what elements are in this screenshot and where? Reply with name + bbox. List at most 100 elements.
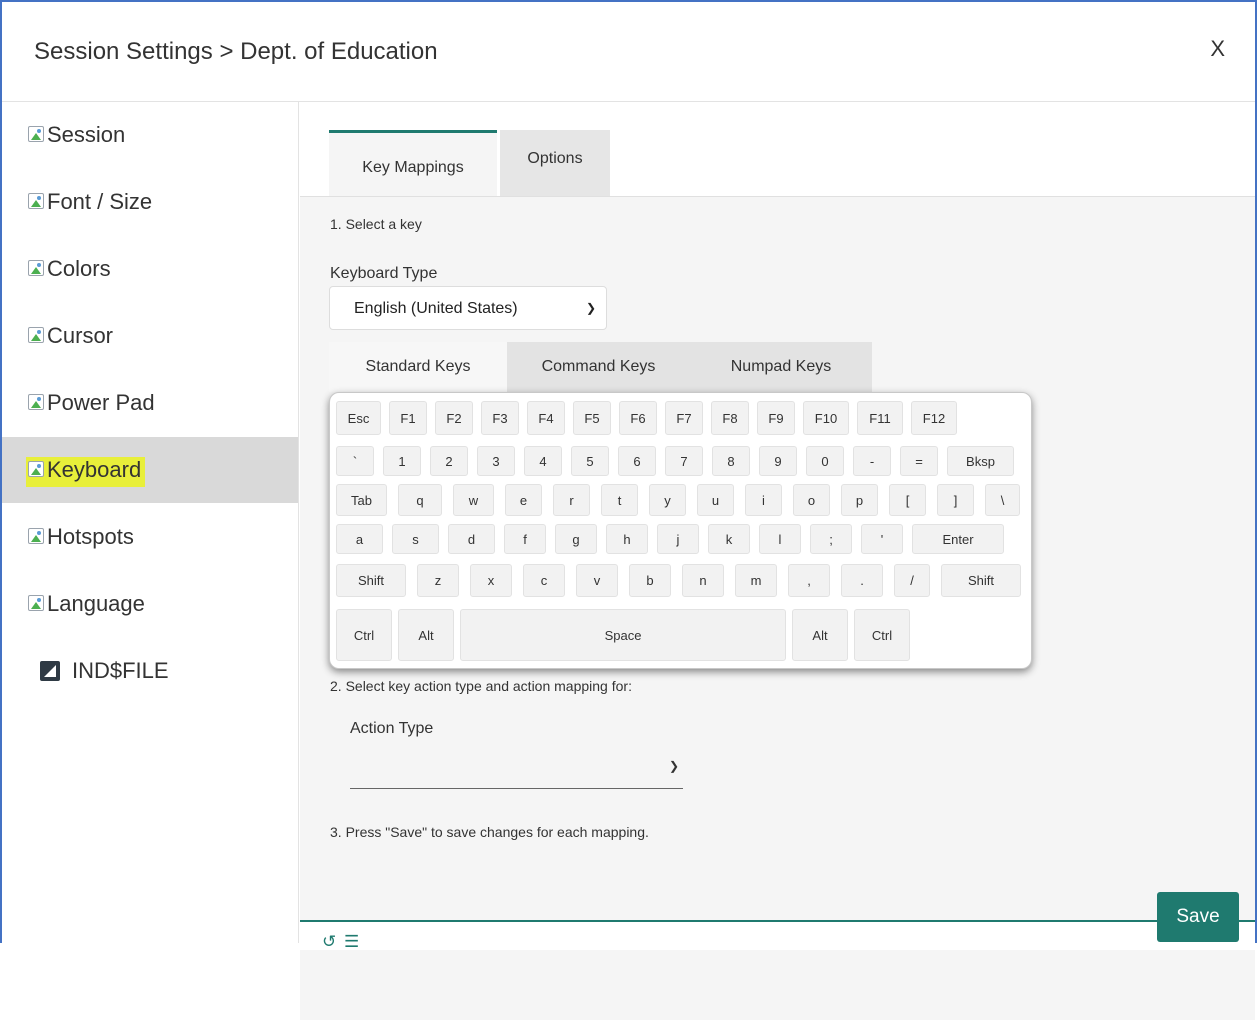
key-0[interactable]: 0 bbox=[806, 446, 844, 476]
key-k[interactable]: k bbox=[708, 524, 750, 554]
key-5[interactable]: 5 bbox=[571, 446, 609, 476]
key-f3[interactable]: F3 bbox=[481, 401, 519, 435]
sidebar-item-session[interactable]: Session bbox=[2, 102, 298, 168]
key-g[interactable]: g bbox=[555, 524, 597, 554]
sidebar-item-font-size[interactable]: Font / Size bbox=[2, 169, 298, 235]
sidebar-item-colors[interactable]: Colors bbox=[2, 236, 298, 302]
key-space[interactable]: Space bbox=[460, 609, 786, 661]
key-2c[interactable]: , bbox=[788, 564, 830, 597]
key-9[interactable]: 9 bbox=[759, 446, 797, 476]
key-ctrl[interactable]: Ctrl bbox=[854, 609, 910, 661]
key-8[interactable]: 8 bbox=[712, 446, 750, 476]
keyboard-type-select[interactable]: English (United States) ❯ bbox=[329, 286, 607, 330]
reset-icon[interactable]: ↺ bbox=[322, 932, 336, 952]
key-h[interactable]: h bbox=[606, 524, 648, 554]
step-3-text: 3. Press "Save" to save changes for each… bbox=[330, 824, 649, 840]
key-f12[interactable]: F12 bbox=[911, 401, 957, 435]
sidebar-item-label: Colors bbox=[47, 256, 111, 281]
key-3[interactable]: 3 bbox=[477, 446, 515, 476]
key-v[interactable]: v bbox=[576, 564, 618, 597]
key-ctrl[interactable]: Ctrl bbox=[336, 609, 392, 661]
key-t[interactable]: t bbox=[601, 484, 638, 516]
key-2d[interactable]: - bbox=[853, 446, 891, 476]
key-tab[interactable]: Tab bbox=[336, 484, 387, 516]
key-6[interactable]: 6 bbox=[618, 446, 656, 476]
settings-tabs: Key Mappings Options bbox=[329, 130, 610, 196]
key-e[interactable]: e bbox=[505, 484, 542, 516]
sidebar-item-ind-file[interactable]: IND$FILE bbox=[2, 638, 298, 704]
tab-standard-keys[interactable]: Standard Keys bbox=[329, 342, 507, 392]
sidebar-item-cursor[interactable]: Cursor bbox=[2, 303, 298, 369]
session-settings-dialog: Session Settings > Dept. of Education X … bbox=[0, 0, 1257, 1020]
key-f10[interactable]: F10 bbox=[803, 401, 849, 435]
key-y[interactable]: y bbox=[649, 484, 686, 516]
key-5b[interactable]: [ bbox=[889, 484, 926, 516]
key-f11[interactable]: F11 bbox=[857, 401, 903, 435]
key-f9[interactable]: F9 bbox=[757, 401, 795, 435]
key-1[interactable]: 1 bbox=[383, 446, 421, 476]
key-f6[interactable]: F6 bbox=[619, 401, 657, 435]
tab-key-mappings[interactable]: Key Mappings bbox=[329, 130, 497, 196]
key-f4[interactable]: F4 bbox=[527, 401, 565, 435]
key-3d[interactable]: = bbox=[900, 446, 938, 476]
key-5d[interactable]: ] bbox=[937, 484, 974, 516]
sidebar-item-label: Power Pad bbox=[47, 390, 155, 415]
key-enter[interactable]: Enter bbox=[912, 524, 1004, 554]
key-alt[interactable]: Alt bbox=[792, 609, 848, 661]
key-d[interactable]: d bbox=[448, 524, 495, 554]
key-5c[interactable]: \ bbox=[985, 484, 1020, 516]
key-a[interactable]: a bbox=[336, 524, 383, 554]
key-x[interactable]: x bbox=[470, 564, 512, 597]
key-n[interactable]: n bbox=[682, 564, 724, 597]
key-j[interactable]: j bbox=[657, 524, 699, 554]
key-2[interactable]: 2 bbox=[430, 446, 468, 476]
key-q[interactable]: q bbox=[398, 484, 442, 516]
sidebar-item-power-pad[interactable]: Power Pad bbox=[2, 370, 298, 436]
key-c[interactable]: c bbox=[523, 564, 565, 597]
settings-main-panel: Key Mappings Options 1. Select a key Key… bbox=[300, 102, 1255, 1020]
key-s[interactable]: s bbox=[392, 524, 439, 554]
action-type-select[interactable]: ❯ bbox=[350, 743, 683, 789]
key-f8[interactable]: F8 bbox=[711, 401, 749, 435]
close-button[interactable]: X bbox=[1210, 36, 1225, 62]
tab-command-keys[interactable]: Command Keys bbox=[507, 342, 690, 392]
key-bksp[interactable]: Bksp bbox=[947, 446, 1014, 476]
image-icon bbox=[28, 327, 44, 343]
sidebar-item-hotspots[interactable]: Hotspots bbox=[2, 504, 298, 570]
keyboard-type-label: Keyboard Type bbox=[330, 265, 438, 282]
tab-options[interactable]: Options bbox=[500, 130, 610, 196]
key-b[interactable]: b bbox=[629, 564, 671, 597]
key-f5[interactable]: F5 bbox=[573, 401, 611, 435]
key-4[interactable]: 4 bbox=[524, 446, 562, 476]
key-r[interactable]: r bbox=[553, 484, 590, 516]
key-shift[interactable]: Shift bbox=[941, 564, 1021, 597]
key-i[interactable]: i bbox=[745, 484, 782, 516]
key-7[interactable]: 7 bbox=[665, 446, 703, 476]
key-w[interactable]: w bbox=[453, 484, 494, 516]
key-z[interactable]: z bbox=[417, 564, 459, 597]
key-f7[interactable]: F7 bbox=[665, 401, 703, 435]
key-f[interactable]: f bbox=[504, 524, 546, 554]
key-shift[interactable]: Shift bbox=[336, 564, 406, 597]
key-3b[interactable]: ; bbox=[810, 524, 852, 554]
key-f2[interactable]: F2 bbox=[435, 401, 473, 435]
key-f1[interactable]: F1 bbox=[389, 401, 427, 435]
sidebar-item-label: Session bbox=[47, 122, 126, 147]
list-icon[interactable]: ☰ bbox=[344, 932, 359, 952]
sidebar-item-language[interactable]: Language bbox=[2, 571, 298, 637]
sidebar-item-keyboard[interactable]: Keyboard bbox=[2, 437, 298, 503]
key-2f[interactable]: / bbox=[894, 564, 930, 597]
key-60[interactable]: ` bbox=[336, 446, 374, 476]
key-p[interactable]: p bbox=[841, 484, 878, 516]
key-l[interactable]: l bbox=[759, 524, 801, 554]
key-esc[interactable]: Esc bbox=[336, 401, 381, 435]
key-u[interactable]: u bbox=[697, 484, 734, 516]
key-27[interactable]: ' bbox=[861, 524, 903, 554]
key-m[interactable]: m bbox=[735, 564, 777, 597]
key-2e[interactable]: . bbox=[841, 564, 883, 597]
tab-numpad-keys[interactable]: Numpad Keys bbox=[690, 342, 872, 392]
save-button[interactable]: Save bbox=[1157, 892, 1239, 942]
key-o[interactable]: o bbox=[793, 484, 830, 516]
dialog-header: Session Settings > Dept. of Education X bbox=[2, 2, 1255, 102]
key-alt[interactable]: Alt bbox=[398, 609, 454, 661]
